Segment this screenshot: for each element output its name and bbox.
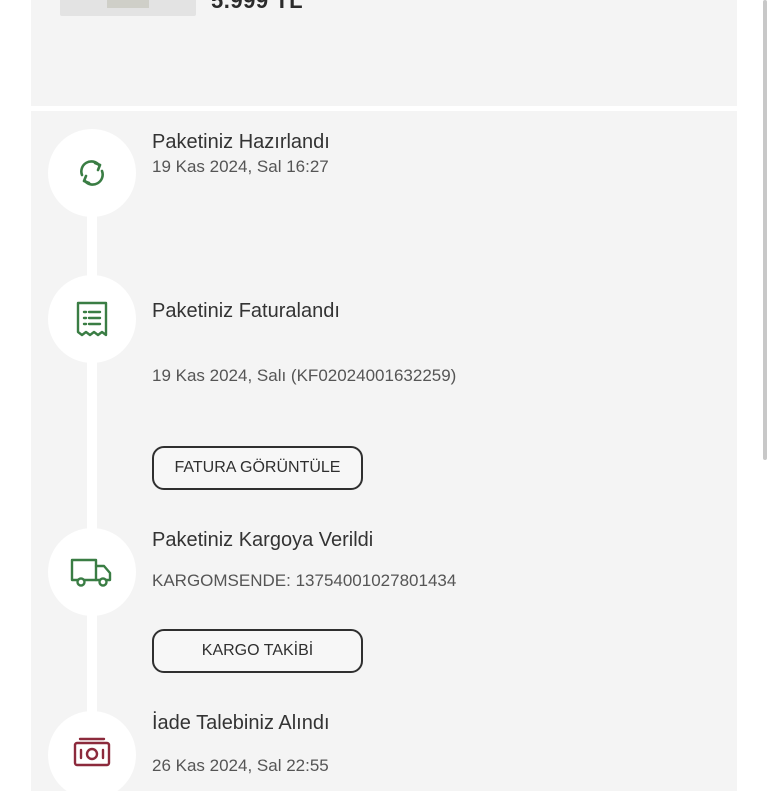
refresh-icon-circle [48,129,136,217]
step-shipped-title: Paketiniz Kargoya Verildi [152,529,374,551]
step-prepared-date: 19 Kas 2024, Sal 16:27 [152,157,329,176]
step-shipped-tracking: KARGOMSENDE: 13754001027801434 [152,571,457,590]
product-price: 5.999 TL [211,0,304,13]
order-timeline-card [31,111,737,791]
receipt-icon [76,301,108,337]
step-return-title: İade Talebiniz Alındı [152,712,330,734]
step-invoiced-title: Paketiniz Faturalandı [152,300,340,322]
return-money-icon [73,737,111,767]
receipt-icon-circle [48,275,136,363]
step-return-date: 26 Kas 2024, Sal 22:55 [152,756,329,775]
step-invoiced-date: 19 Kas 2024, Salı (KF02024001632259) [152,366,457,385]
step-prepared-title: Paketiniz Hazırlandı [152,131,330,153]
view-invoice-button[interactable]: FATURA GÖRÜNTÜLE [152,446,363,490]
scrollbar[interactable] [762,0,768,768]
scrollbar-thumb[interactable] [763,0,767,460]
truck-icon-circle [48,528,136,616]
refresh-icon [80,160,104,186]
truck-icon [70,558,112,587]
product-image[interactable] [60,0,196,16]
return-money-icon-circle [48,711,136,799]
cargo-tracking-button[interactable]: KARGO TAKİBİ [152,629,363,673]
